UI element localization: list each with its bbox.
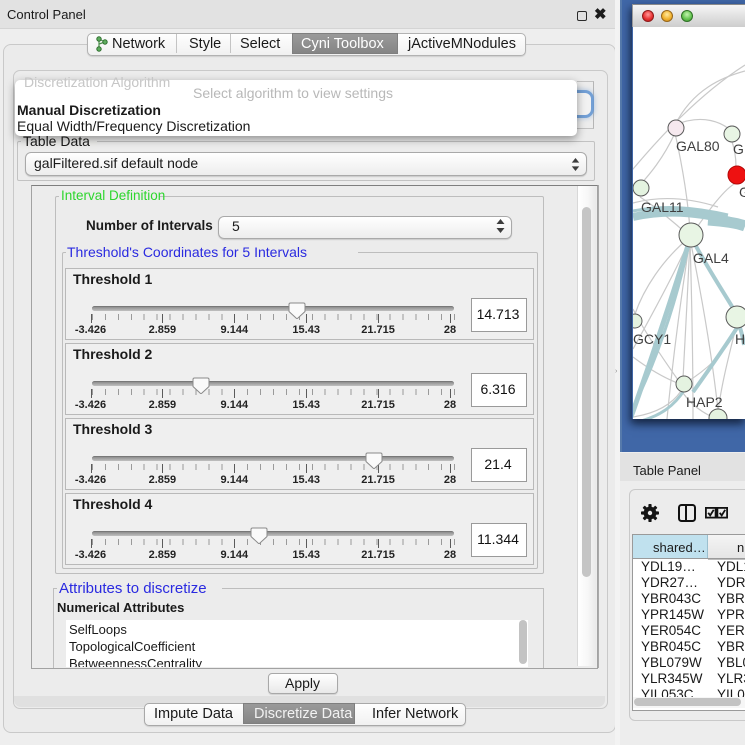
svg-text:G: G [733,141,744,157]
svg-text:GCY1: GCY1 [633,331,671,347]
svg-text:GAL11: GAL11 [641,199,684,215]
svg-text:GAL4: GAL4 [693,250,729,266]
svg-text:HAP2: HAP2 [686,394,723,410]
svg-text:GAL80: GAL80 [676,138,720,154]
svg-text:G: G [739,184,745,200]
svg-text:H: H [735,331,745,347]
